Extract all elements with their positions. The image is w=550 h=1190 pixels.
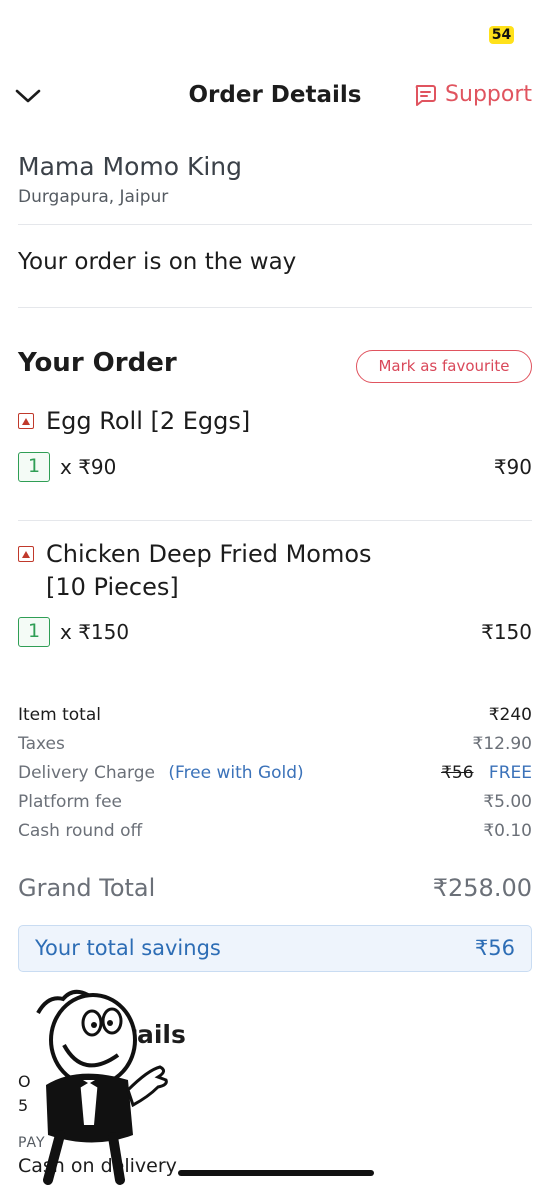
unit-price: x ₹150 <box>60 620 130 644</box>
delivery-label: Delivery Charge <box>18 763 155 783</box>
bill-label: Item total <box>18 705 101 725</box>
home-indicator[interactable] <box>178 1170 374 1176</box>
header: Order Details Support <box>0 72 550 120</box>
quantity-badge: 1 <box>18 617 50 647</box>
quantity-badge: 1 <box>18 452 50 482</box>
grand-total-label: Grand Total <box>18 874 156 902</box>
support-button[interactable]: Support <box>413 82 532 107</box>
item-name: Chicken Deep Fried Momos <box>46 540 372 568</box>
divider <box>18 307 532 308</box>
support-label: Support <box>445 82 532 107</box>
bill-row-item-total: Item total ₹240 <box>18 705 532 727</box>
battery-indicator: 54 <box>489 26 514 44</box>
bill-label: Platform fee <box>18 792 123 812</box>
item-price: ₹90 <box>493 455 532 479</box>
bill-label: Delivery Charge (Free with Gold) <box>18 763 304 783</box>
grand-total-value: ₹258.00 <box>432 874 532 902</box>
unit-price: x ₹90 <box>60 455 117 479</box>
mark-favourite-button[interactable]: Mark as favourite <box>356 350 532 383</box>
savings-value: ₹56 <box>474 936 515 960</box>
gold-note: (Free with Gold) <box>168 763 304 783</box>
divider <box>18 520 532 521</box>
chef-mascot-overlay <box>36 989 168 1185</box>
bill-row-platform-fee: Platform fee ₹5.00 <box>18 792 532 814</box>
bill-value: ₹5.00 <box>483 792 532 812</box>
your-order-title: Your Order <box>18 348 177 378</box>
order-item: Chicken Deep Fried Momos [10 Pieces] 1 x… <box>18 538 532 653</box>
order-item: Egg Roll [2 Eggs] 1 x ₹90 ₹90 <box>18 405 532 495</box>
item-name: Egg Roll [2 Eggs] <box>46 407 251 435</box>
divider <box>18 224 532 225</box>
restaurant-name: Mama Momo King <box>18 152 243 181</box>
bill-row-round-off: Cash round off ₹0.10 <box>18 821 532 843</box>
savings-label: Your total savings <box>35 936 221 960</box>
bill-value: ₹56 FREE <box>441 763 532 783</box>
restaurant-location: Durgapura, Jaipur <box>18 187 169 207</box>
item-name-line2: [10 Pieces] <box>46 573 179 601</box>
grand-total-row: Grand Total ₹258.00 <box>18 874 532 902</box>
free-badge: FREE <box>488 763 532 783</box>
savings-banner: Your total savings ₹56 <box>18 925 532 972</box>
bill-row-delivery: Delivery Charge (Free with Gold) ₹56 FRE… <box>18 763 532 785</box>
non-veg-icon <box>18 546 34 562</box>
bill-value: ₹240 <box>488 705 532 725</box>
bill-value: ₹0.10 <box>483 821 532 841</box>
bill-value: ₹12.90 <box>472 734 532 754</box>
chevron-down-icon <box>15 89 41 103</box>
bill-row-taxes: Taxes ₹12.90 <box>18 734 532 756</box>
back-button[interactable] <box>12 80 44 112</box>
chat-icon <box>415 84 437 106</box>
bill-label: Taxes <box>18 734 65 754</box>
original-delivery-charge: ₹56 <box>441 763 474 783</box>
bill-label: Cash round off <box>18 821 143 841</box>
restaurant-info: Mama Momo King Durgapura, Jaipur <box>18 152 242 207</box>
status-bar: 54 <box>0 0 550 60</box>
order-status: Your order is on the way <box>18 249 297 275</box>
non-veg-icon <box>18 413 34 429</box>
item-price: ₹150 <box>481 620 532 644</box>
